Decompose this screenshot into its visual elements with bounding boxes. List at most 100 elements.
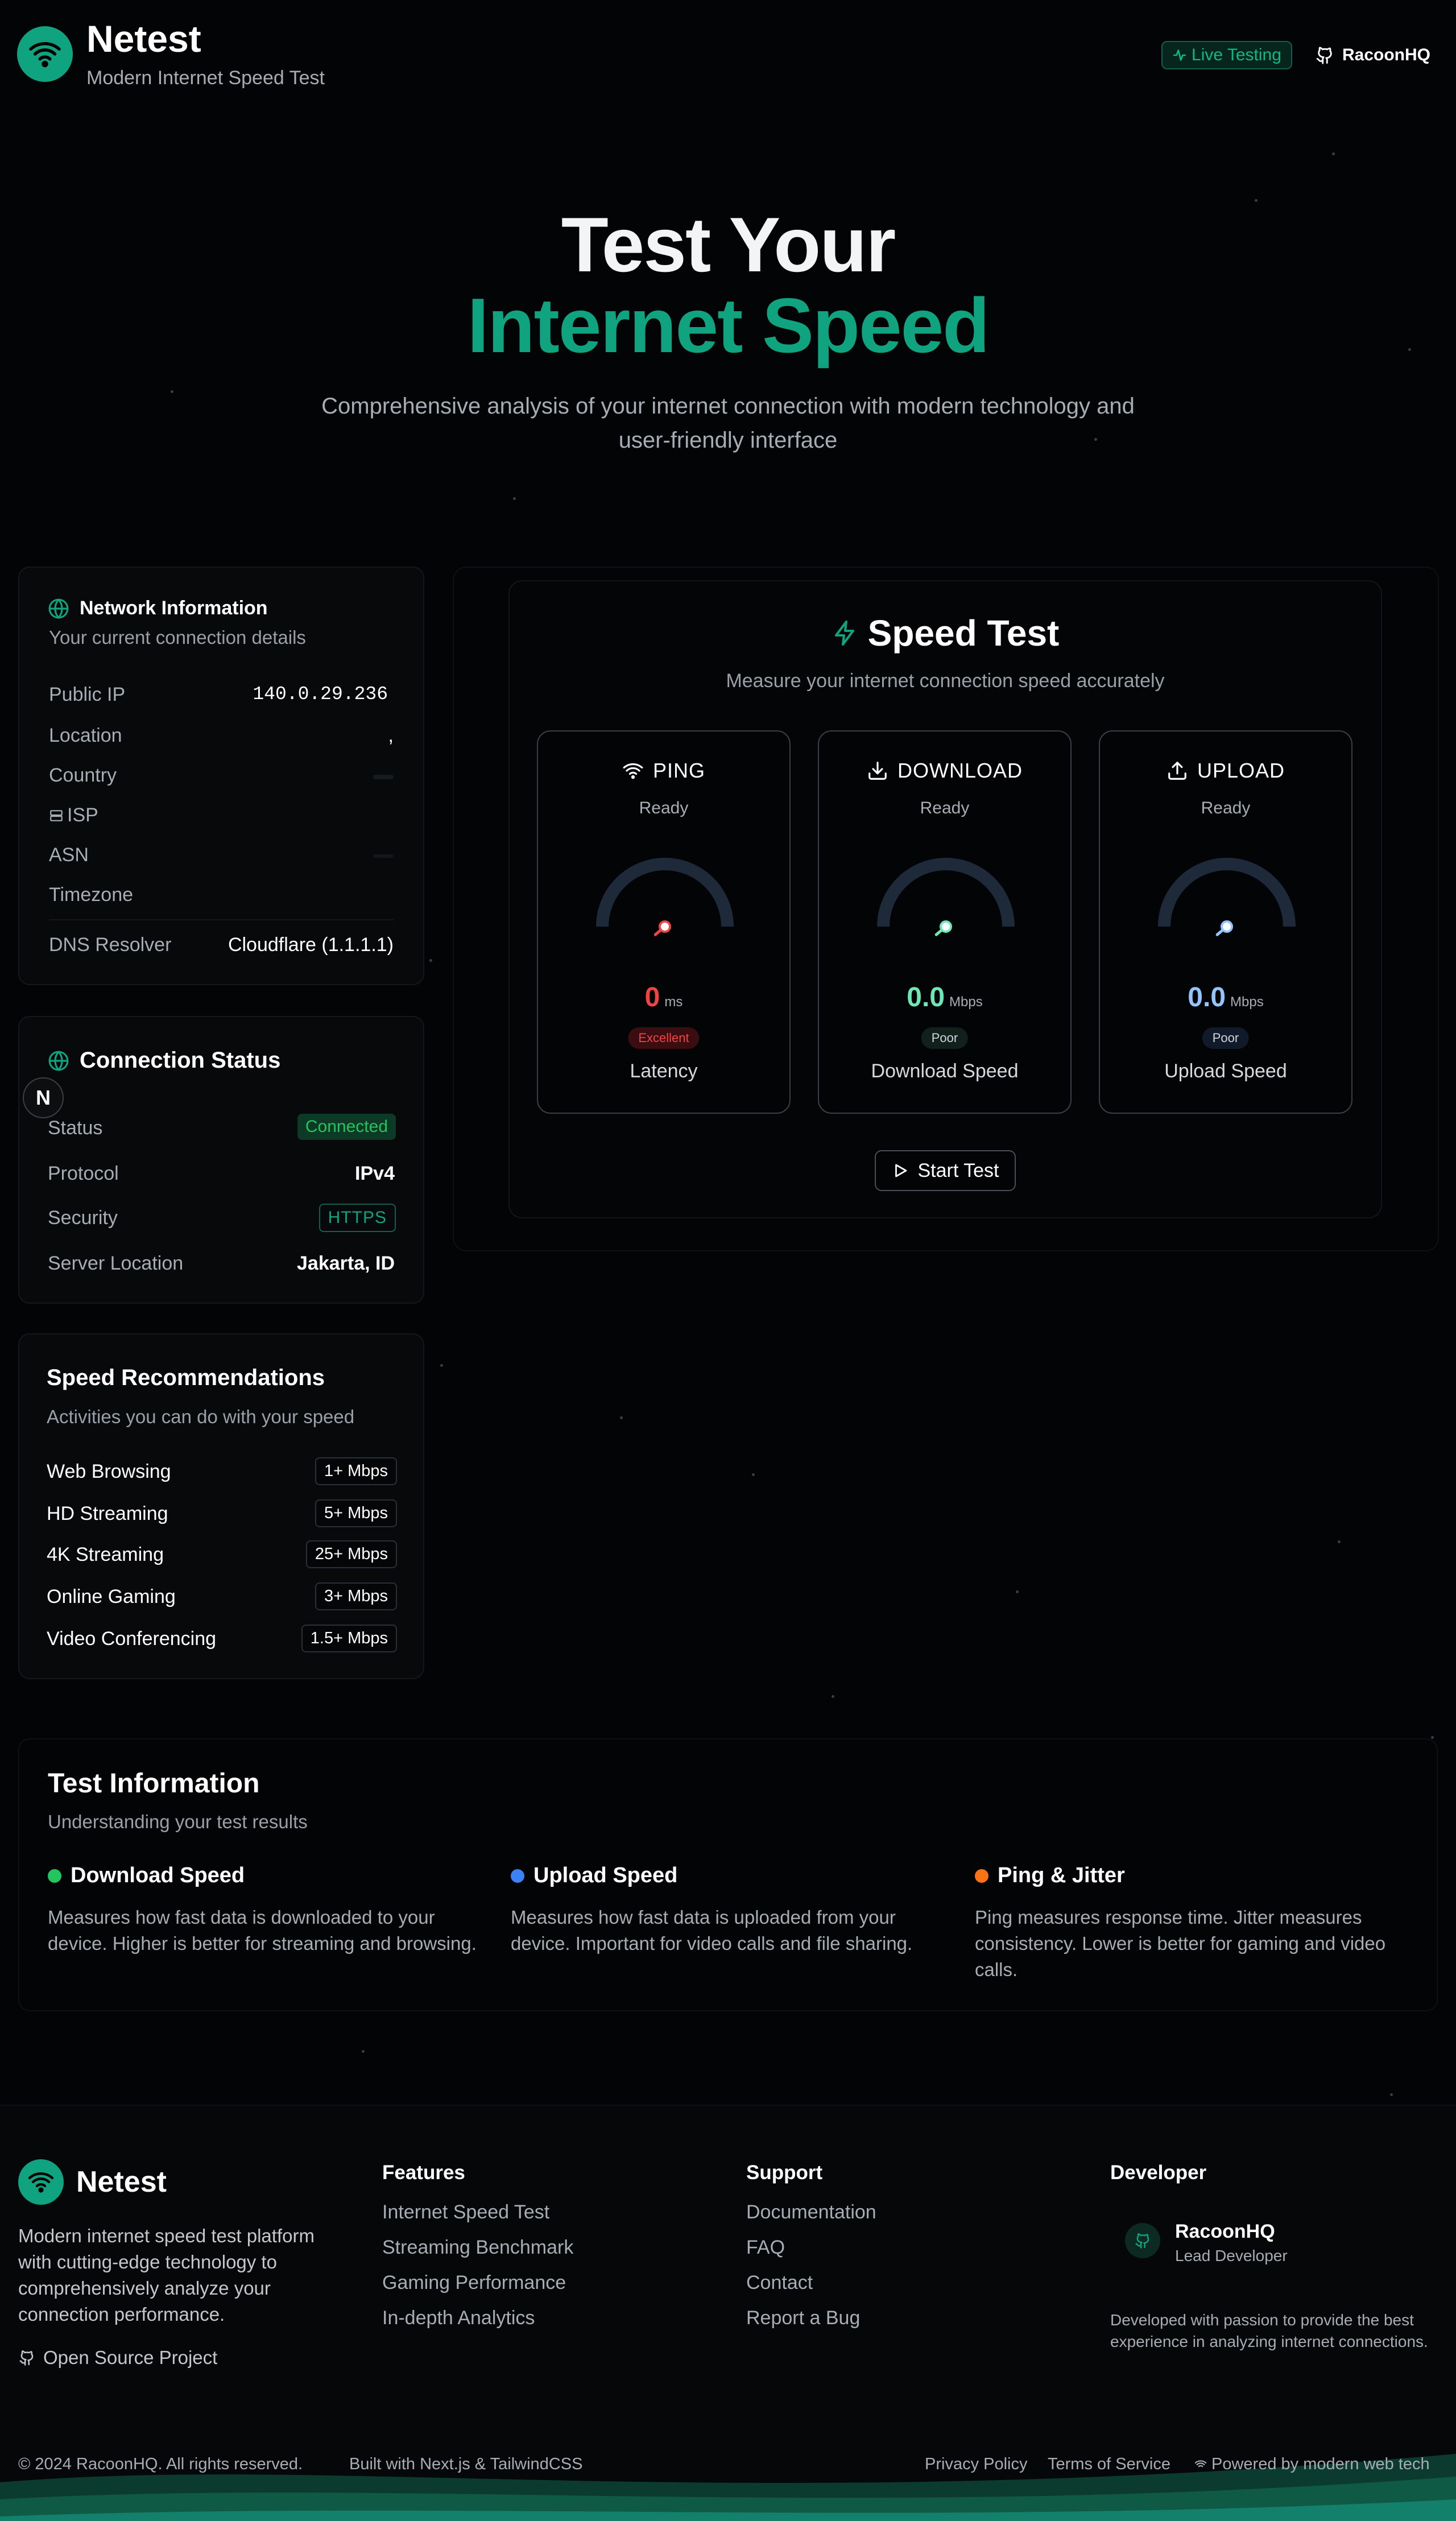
info-ping-heading: Ping & Jitter — [975, 1863, 1125, 1888]
gauge-track — [596, 858, 734, 927]
server-icon — [50, 809, 63, 821]
nextjs-dev-badge[interactable]: N — [23, 1077, 64, 1118]
upload-rating-badge: Poor — [1202, 1027, 1250, 1049]
info-download-text: Measures how fast data is downloaded to … — [48, 1907, 477, 1954]
row-label-dns: DNS Resolver — [49, 934, 172, 956]
reco-item-value: 25+ Mbps — [305, 1540, 397, 1568]
footer-link-streaming[interactable]: Streaming Benchmark — [382, 2237, 573, 2259]
wifi-icon — [28, 2172, 54, 2193]
developer-avatar — [1125, 2223, 1160, 2258]
ping-label: Latency — [630, 1060, 698, 1082]
start-test-label: Start Test — [917, 1159, 999, 1181]
download-gauge-card: DOWNLOAD Ready 0.0 Mbps Poor Download Spe… — [818, 730, 1072, 1114]
github-icon — [1316, 47, 1332, 64]
recommendations-subtitle: Activities you can do with your speed — [47, 1406, 355, 1427]
footer-logo — [18, 2159, 64, 2205]
upload-title: UPLOAD — [1197, 759, 1285, 782]
ping-state: Ready — [639, 799, 689, 817]
reco-item-value: 5+ Mbps — [315, 1499, 397, 1527]
dns-value: Cloudflare (1.1.1.1) — [228, 934, 394, 956]
info-ping-title: Ping & Jitter — [998, 1863, 1125, 1887]
zap-icon — [834, 621, 854, 646]
row-label-server-location: Server Location — [48, 1253, 184, 1274]
github-link[interactable]: RacoonHQ — [1315, 42, 1430, 68]
network-info-title: Network Information — [80, 597, 268, 619]
privacy-policy-link[interactable]: Privacy Policy — [925, 2455, 1028, 2474]
ping-title: PING — [652, 759, 705, 782]
divider — [49, 919, 394, 920]
developer-heading: Developer — [1110, 2162, 1207, 2184]
orange-dot — [975, 1869, 988, 1883]
footer-link-speed-test[interactable]: Internet Speed Test — [382, 2201, 549, 2224]
reco-item-label: Web Browsing — [47, 1461, 171, 1482]
reco-item-label: 4K Streaming — [47, 1544, 164, 1565]
upload-unit: Mbps — [1230, 994, 1264, 1010]
start-test-button[interactable]: Start Test — [875, 1150, 1016, 1191]
footer-link-report-bug[interactable]: Report a Bug — [746, 2307, 860, 2329]
server-location-value: Jakarta, ID — [297, 1253, 395, 1274]
row-label-public-ip: Public IP — [49, 684, 126, 705]
globe-icon — [48, 598, 69, 619]
upload-gauge — [1158, 858, 1296, 936]
developer-note: Developed with passion to provide the be… — [1110, 2311, 1428, 2350]
ping-rating-badge: Excellent — [628, 1027, 700, 1049]
upload-gauge-card: UPLOAD Ready 0.0 Mbps Poor Upload Speed — [1099, 730, 1352, 1114]
hero-title-line1: Test Your — [561, 201, 896, 288]
github-label: RacoonHQ — [1342, 46, 1431, 64]
support-heading: Support — [746, 2162, 823, 2184]
reco-item-value: 1+ Mbps — [315, 1457, 397, 1485]
row-label-isp: ISP — [67, 804, 98, 826]
footer-link-contact[interactable]: Contact — [746, 2272, 813, 2294]
info-upload-title: Upload Speed — [533, 1863, 678, 1887]
protocol-value: IPv4 — [355, 1163, 395, 1184]
footer-brand: Netest — [76, 2165, 167, 2198]
asn-value-placeholder — [373, 854, 394, 858]
footer-link-docs[interactable]: Documentation — [746, 2201, 876, 2224]
upload-label: Upload Speed — [1164, 1060, 1287, 1082]
network-info-subtitle: Your current connection details — [49, 627, 306, 648]
wifi-icon — [1194, 2460, 1207, 2467]
ping-unit: ms — [664, 994, 683, 1010]
powered-by: Powered by modern web tech — [1194, 2455, 1430, 2474]
ping-value: 0 — [644, 982, 660, 1012]
hero-subtitle: Comprehensive analysis of your internet … — [321, 394, 1135, 453]
reco-item-value: 3+ Mbps — [315, 1582, 397, 1610]
developer-role: Lead Developer — [1175, 2247, 1288, 2264]
hero-title-line2: Internet Speed — [467, 282, 990, 369]
test-information-card: Test Information Understanding your test… — [18, 1738, 1438, 2011]
gauge-hub — [940, 920, 952, 933]
status-badge: Connected — [297, 1114, 396, 1140]
row-isp: ISP — [49, 804, 98, 826]
security-badge: HTTPS — [318, 1204, 396, 1232]
copyright: © 2024 RacoonHQ. All rights reserved. — [18, 2455, 303, 2473]
reco-item-label: HD Streaming — [47, 1503, 168, 1524]
row-label-status: Status — [48, 1117, 103, 1139]
terms-link[interactable]: Terms of Service — [1048, 2455, 1170, 2474]
github-icon — [19, 2350, 34, 2366]
footer-link-gaming[interactable]: Gaming Performance — [382, 2272, 566, 2294]
open-source-link[interactable]: Open Source Project — [18, 2347, 217, 2369]
upload-value: 0.0 — [1188, 982, 1226, 1012]
speed-test-title: Speed Test — [867, 613, 1060, 654]
location-value: , — [388, 725, 394, 746]
activity-icon — [1173, 49, 1186, 61]
developer-name[interactable]: RacoonHQ — [1175, 2221, 1275, 2243]
footer-link-faq[interactable]: FAQ — [746, 2237, 785, 2259]
gauge-track — [877, 858, 1015, 927]
download-unit: Mbps — [949, 994, 983, 1010]
brand-name: Netest — [86, 18, 201, 60]
open-source-label: Open Source Project — [43, 2347, 218, 2368]
ping-gauge — [596, 858, 734, 936]
footer: Netest Modern internet speed test platfo… — [0, 2105, 1456, 2521]
connection-status-title: Connection Status — [80, 1048, 281, 1073]
reco-item-label: Video Conferencing — [47, 1628, 217, 1650]
logo[interactable] — [17, 26, 73, 82]
download-icon — [868, 762, 887, 780]
info-upload-heading: Upload Speed — [511, 1863, 677, 1888]
github-icon — [1135, 2233, 1149, 2249]
footer-link-analytics[interactable]: In-depth Analytics — [382, 2307, 535, 2329]
gauge-hub — [1221, 920, 1233, 933]
info-upload-text: Measures how fast data is uploaded from … — [511, 1907, 913, 1954]
footer-description: Modern internet speed test platform with… — [18, 2225, 315, 2325]
download-gauge — [877, 858, 1015, 936]
